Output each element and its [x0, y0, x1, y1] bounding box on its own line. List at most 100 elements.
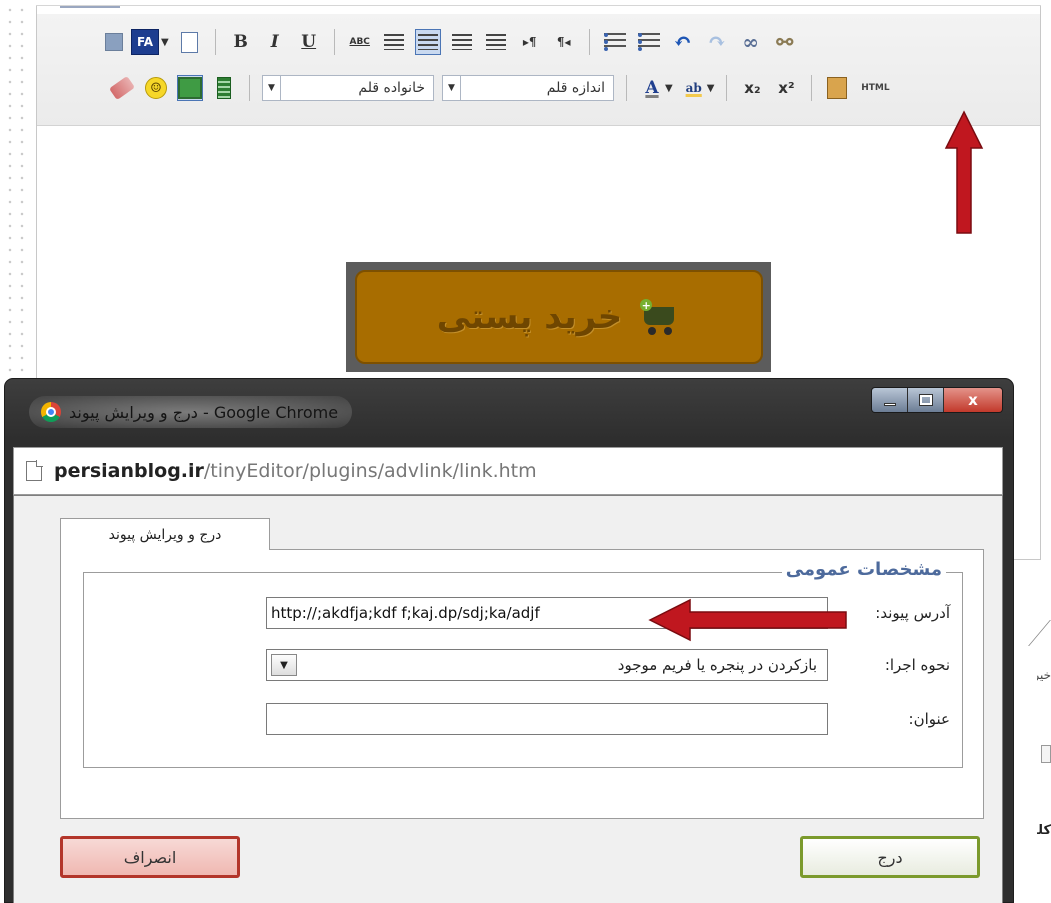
tab-panel: مشخصات عمومی آدرس پیوند: http://;akdfja;…: [60, 549, 984, 819]
font-size-label: اندازه قلم: [546, 80, 605, 96]
insert-image-button[interactable]: [177, 75, 203, 101]
chevron-down-icon[interactable]: ▼: [271, 654, 297, 676]
maximize-button[interactable]: [908, 388, 944, 412]
chevron-down-icon[interactable]: ▼: [161, 37, 169, 48]
address-bar[interactable]: persianblog.ir /tinyEditor/plugins/advli…: [13, 447, 1003, 495]
subscript-button[interactable]: x₂: [739, 75, 765, 101]
target-row: نحوه اجرا: ▼ بازکردن در پنجره یا فریم مو…: [84, 649, 962, 683]
rtl-button[interactable]: ¶◂: [551, 29, 577, 55]
align-center-button[interactable]: [414, 29, 441, 55]
new-document-button[interactable]: [177, 29, 203, 55]
ltr-icon: ▸¶: [522, 35, 537, 49]
chevron-down-icon[interactable]: ▼: [443, 76, 461, 100]
align-right-button[interactable]: [449, 29, 475, 55]
toolbar-row-1: FA ▼ B I U ABC ▸¶ ¶◂ ↶ ↷ ∞ ⚯: [97, 24, 802, 60]
insert-link-button[interactable]: ∞: [738, 29, 764, 55]
paste-button[interactable]: [824, 75, 850, 101]
target-label: نحوه اجرا:: [884, 656, 950, 674]
number-list-icon: [637, 33, 660, 51]
spellcheck-button[interactable]: ABC: [347, 29, 373, 55]
toolbar-separator: [726, 75, 728, 101]
window-titlebar[interactable]: درج و ویرایش پیوند - Google Chrome x: [5, 379, 1013, 439]
tab-insert-edit-link[interactable]: درج و ویرایش پیوند: [60, 518, 270, 550]
editor-tab-indicator: [60, 0, 120, 8]
background-edge-line: [1028, 620, 1051, 646]
title-input[interactable]: [266, 703, 828, 735]
title-label: عنوان:: [908, 710, 950, 728]
italic-button[interactable]: I: [262, 29, 288, 55]
window-title: درج و ویرایش پیوند - Google Chrome: [29, 396, 353, 428]
media-icon: [217, 77, 231, 99]
red-arrow-left-annotation: [648, 598, 847, 642]
shopping-cart-icon: +: [640, 299, 680, 335]
unlink-icon: ⚯: [776, 30, 794, 54]
chevron-down-icon[interactable]: ▼: [707, 83, 715, 94]
cleanup-icon: [108, 75, 136, 101]
toolbar-separator: [214, 29, 216, 55]
toolbar-separator: [333, 29, 335, 55]
toolbar-row-2: ☺ ▼ خانواده قلم ▼ اندازه قلم A ▼ ab ▼ x₂…: [105, 70, 896, 106]
bullet-list-button[interactable]: [602, 29, 628, 55]
page-icon: [26, 460, 43, 481]
ltr-button[interactable]: ▸¶: [517, 29, 543, 55]
font-size-select[interactable]: ▼ اندازه قلم: [442, 75, 614, 101]
minimize-icon: [883, 402, 896, 406]
insert-button[interactable]: درج: [800, 836, 980, 878]
html-source-button[interactable]: HTML: [858, 75, 892, 101]
toolbar-separator: [811, 75, 813, 101]
undo-button[interactable]: ↶: [670, 29, 696, 55]
align-left-button[interactable]: [381, 29, 407, 55]
justify-button[interactable]: [483, 29, 509, 55]
align-left-icon: [383, 34, 404, 50]
link-dialog-window: درج و ویرایش پیوند - Google Chrome x per…: [4, 378, 1014, 903]
minimize-button[interactable]: [872, 388, 908, 412]
cleanup-button[interactable]: [108, 75, 136, 101]
image-icon: [178, 77, 202, 99]
align-right-icon: [451, 34, 472, 50]
paste-icon: [827, 77, 848, 99]
insert-media-button[interactable]: [211, 75, 237, 101]
underline-button[interactable]: U: [296, 29, 322, 55]
justify-icon: [485, 34, 506, 50]
red-arrow-up-annotation: [944, 110, 984, 234]
font-color-button[interactable]: A: [639, 75, 665, 101]
rtl-icon: ¶◂: [556, 35, 571, 49]
highlight-button[interactable]: ab: [681, 75, 707, 101]
bold-button[interactable]: B: [228, 29, 254, 55]
redo-button[interactable]: ↷: [704, 29, 730, 55]
url-host: persianblog.ir: [54, 460, 204, 482]
maximize-icon: [918, 394, 933, 406]
superscript-button[interactable]: x²: [773, 75, 799, 101]
align-center-icon: [417, 34, 438, 50]
url-path: /tinyEditor/plugins/advlink/link.htm: [203, 460, 537, 482]
unlink-button[interactable]: ⚯: [772, 29, 798, 55]
target-select-value: بازکردن در پنجره یا فریم موجود: [617, 656, 817, 674]
toolbar-separator: [588, 29, 590, 55]
link-icon: ∞: [742, 30, 760, 54]
fieldset-legend: مشخصات عمومی: [781, 559, 946, 580]
font-family-label: خانواده قلم: [358, 80, 425, 96]
content-image[interactable]: خرید پستی +: [346, 262, 771, 372]
undo-icon: ↶: [673, 29, 692, 55]
background-checkbox[interactable]: [1041, 745, 1051, 763]
toolbar-separator: [626, 75, 627, 101]
editor-toolbar: FA ▼ B I U ABC ▸¶ ¶◂ ↶ ↷ ∞ ⚯ ☺ ▼ خانواده…: [37, 14, 1040, 126]
close-button[interactable]: x: [944, 388, 1002, 412]
save-icon: [105, 33, 123, 51]
chevron-down-icon[interactable]: ▼: [665, 83, 673, 94]
close-icon: x: [968, 391, 978, 409]
toolbar-separator: [249, 75, 250, 101]
emoticon-button[interactable]: ☺: [143, 75, 169, 101]
save-button[interactable]: [101, 29, 127, 55]
bullet-list-icon: [603, 33, 626, 51]
buy-banner: خرید پستی +: [354, 270, 763, 364]
cancel-button[interactable]: انصراف: [60, 836, 240, 878]
title-row: عنوان:: [84, 703, 962, 737]
language-fa-button[interactable]: FA: [131, 29, 159, 55]
window-title-text: درج و ویرایش پیوند - Google Chrome: [69, 402, 339, 422]
background-side-text: کلم: [1037, 823, 1051, 838]
font-family-select[interactable]: ▼ خانواده قلم: [262, 75, 434, 101]
target-select[interactable]: ▼ بازکردن در پنجره یا فریم موجود: [266, 649, 828, 681]
number-list-button[interactable]: [636, 29, 662, 55]
chevron-down-icon[interactable]: ▼: [263, 76, 281, 100]
